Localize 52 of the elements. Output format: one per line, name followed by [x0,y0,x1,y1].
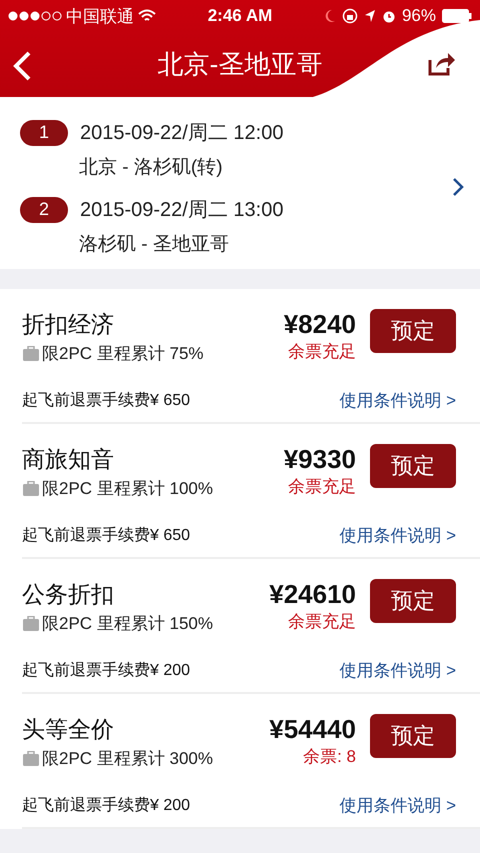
segment-route: 北京 - 洛杉矶(转) [79,156,224,180]
luggage-icon [22,346,40,362]
segment-number-badge: 1 [20,120,68,146]
share-icon [428,52,456,76]
location-icon [364,9,376,23]
refund-fee-text: 起飞前退票手续费¥ 200 [22,660,190,681]
book-button[interactable]: 预定 [370,714,456,758]
luggage-icon [22,616,40,632]
terms-link[interactable]: 使用条件说明 > [339,524,456,547]
baggage-mileage-text: 限2PC 里程累计 300% [42,748,213,770]
luggage-icon [22,480,40,496]
back-chevron-icon [12,50,32,82]
chevron-right-icon [452,176,464,196]
baggage-mileage-text: 限2PC 里程累计 100% [42,478,213,500]
terms-link[interactable]: 使用条件说明 > [339,794,456,817]
status-time: 2:46 AM [208,6,272,26]
ticket-availability: 余票充足 [288,476,356,498]
book-button[interactable]: 预定 [370,444,456,488]
segment-datetime: 2015-09-22/周二 12:00 [80,121,284,146]
segment-datetime: 2015-09-22/周二 13:00 [80,198,284,223]
book-button[interactable]: 预定 [370,309,456,353]
page-title: 北京-圣地亚哥 [158,48,322,81]
segment-route: 洛杉矶 - 圣地亚哥 [79,233,230,257]
terms-link[interactable]: 使用条件说明 > [339,389,456,412]
moon-icon [324,9,336,23]
carrier-name: 中国联通 [66,6,134,28]
refund-fee-text: 起飞前退票手续费¥ 200 [22,796,190,816]
ticket-availability: 余票: 8 [303,746,356,768]
refund-fee-text: 起飞前退票手续费¥ 650 [22,390,190,411]
refund-fee-text: 起飞前退票手续费¥ 650 [22,526,190,546]
fare-price: ¥54440 [269,714,356,745]
fare-price: ¥8240 [284,309,356,340]
book-button[interactable]: 预定 [370,579,456,623]
fare-name: 折扣经济 [22,310,115,339]
terms-link[interactable]: 使用条件说明 > [339,659,456,682]
wifi-icon [138,9,156,23]
battery-icon [442,9,472,23]
battery-percent: 96% [402,6,436,26]
luggage-icon [22,750,40,766]
segment-number-badge: 2 [20,196,68,222]
lock-rotation-icon [342,8,358,24]
signal-icon [8,11,62,21]
baggage-mileage-text: 限2PC 里程累计 75% [42,343,204,365]
ticket-availability: 余票充足 [288,611,356,633]
alarm-icon [382,9,396,23]
fare-name: 商旅知音 [22,445,115,474]
fare-name: 头等全价 [22,715,115,744]
fare-price: ¥24610 [269,579,356,610]
ticket-availability: 余票充足 [288,341,356,363]
baggage-mileage-text: 限2PC 里程累计 150% [42,613,213,635]
fare-name: 公务折扣 [22,580,115,609]
fare-price: ¥9330 [284,444,356,475]
